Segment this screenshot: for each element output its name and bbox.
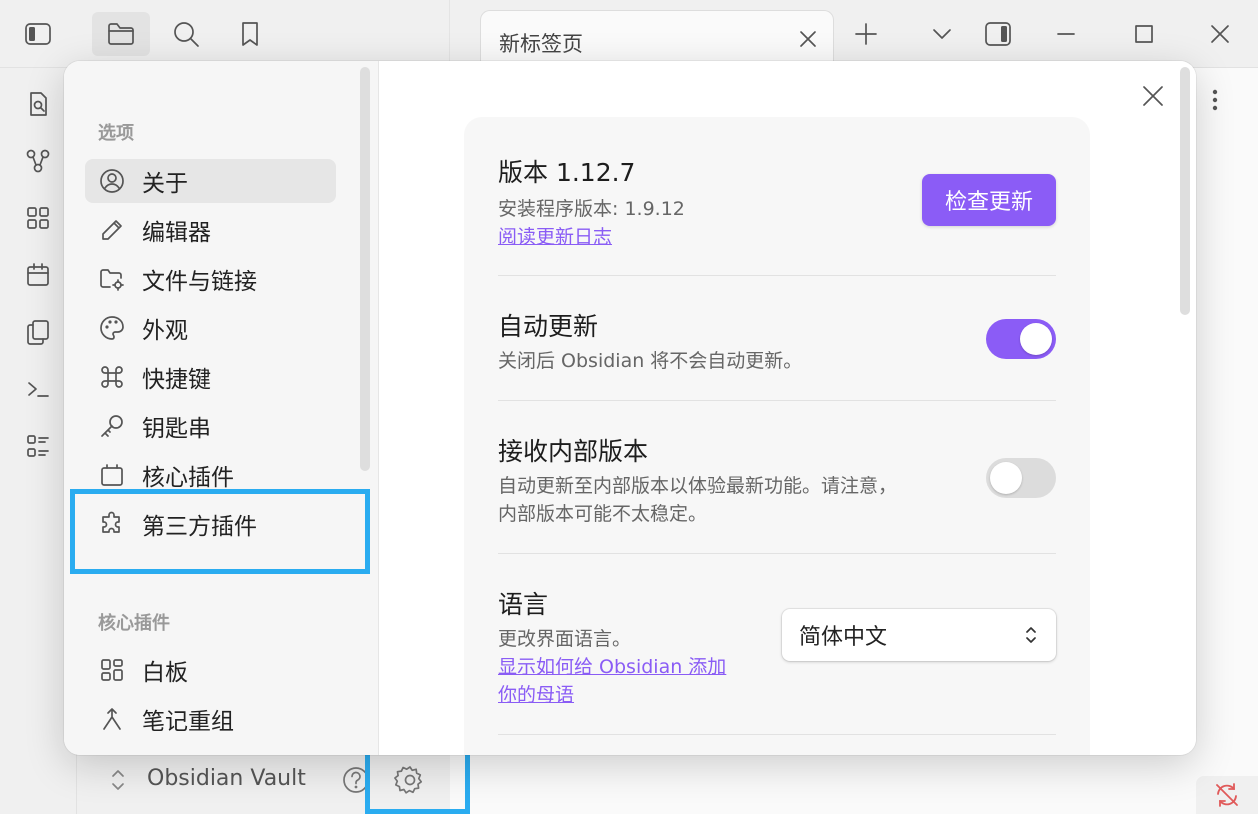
file-explorer-tab-icon[interactable] <box>92 12 150 56</box>
vault-name[interactable]: Obsidian Vault <box>147 766 306 791</box>
select-updown-icon <box>1022 624 1040 646</box>
key-icon <box>99 413 125 439</box>
close-modal-icon[interactable] <box>1138 81 1168 111</box>
nav-item-keychain[interactable]: 钥匙串 <box>85 404 336 448</box>
nav-section-core-plugins: 核心插件 <box>98 613 170 634</box>
toggle-knob <box>1020 323 1052 355</box>
nav-label: 钥匙串 <box>142 416 211 442</box>
calendar-icon[interactable] <box>18 255 58 295</box>
command-icon <box>99 364 125 390</box>
insider-desc: 自动更新至内部版本以体验最新功能。请注意， 内部版本可能不太稳定。 <box>498 472 1056 528</box>
outline-list-icon[interactable] <box>18 426 58 466</box>
user-circle-icon <box>99 168 125 194</box>
add-language-link-line2[interactable]: 你的母语 <box>498 681 1056 709</box>
vault-switcher-chevron-icon[interactable] <box>104 766 132 794</box>
auto-update-toggle[interactable] <box>986 319 1056 359</box>
palette-icon <box>99 315 125 341</box>
nav-item-core-plugins[interactable]: 核心插件 <box>85 453 336 497</box>
insider-desc-line1: 自动更新至内部版本以体验最新功能。请注意， <box>498 475 898 497</box>
close-window-icon[interactable] <box>1200 14 1240 54</box>
auto-update-title: 自动更新 <box>498 312 599 341</box>
nav-item-community-plugins[interactable]: 第三方插件 <box>85 502 336 546</box>
close-tab-icon[interactable] <box>795 26 821 52</box>
title-bar: 新标签页 <box>0 0 1258 68</box>
nav-scrollbar[interactable] <box>360 67 370 471</box>
settings-modal: 选项 关于 编辑器 文件与链接 外观 快捷键 钥匙串 核心插件 第三方插件 核心… <box>64 61 1196 755</box>
toggle-left-sidebar-icon[interactable] <box>18 14 58 54</box>
nav-label: 文件与链接 <box>142 269 257 295</box>
sync-status[interactable] <box>1196 776 1258 814</box>
nav-label: 编辑器 <box>142 220 211 246</box>
settings-content: 版本 1.12.7 安装程序版本: 1.9.12 阅读更新日志 检查更新 自动更… <box>380 61 1196 755</box>
command-palette-icon[interactable] <box>18 369 58 409</box>
changelog-link[interactable]: 阅读更新日志 <box>498 223 1056 251</box>
folder-cog-icon <box>99 266 125 292</box>
puzzle-icon <box>99 511 125 537</box>
nav-item-canvas[interactable]: 白板 <box>85 648 336 692</box>
maximize-icon[interactable] <box>1124 14 1164 54</box>
nav-item-editor[interactable]: 编辑器 <box>85 208 336 252</box>
auto-update-desc: 关闭后 Obsidian 将不会自动更新。 <box>498 350 803 372</box>
nav-item-note-composer[interactable]: 笔记重组 <box>85 697 336 741</box>
nav-section-options: 选项 <box>98 123 134 144</box>
templates-copy-icon[interactable] <box>18 312 58 352</box>
canvas-grid-icon[interactable] <box>18 198 58 238</box>
bookmark-icon[interactable] <box>230 14 270 54</box>
nav-item-about[interactable]: 关于 <box>85 159 336 203</box>
nav-label: 外观 <box>142 318 188 344</box>
layout-grid-icon <box>99 657 125 683</box>
language-select-value: 简体中文 <box>799 625 888 650</box>
search-icon[interactable] <box>166 14 206 54</box>
nav-label: 核心插件 <box>142 465 234 491</box>
tab-new-tab[interactable]: 新标签页 <box>480 10 834 68</box>
nav-label: 快捷键 <box>142 367 211 393</box>
nav-item-appearance[interactable]: 外观 <box>85 306 336 350</box>
minimize-icon[interactable] <box>1046 14 1086 54</box>
language-row: 语言 更改界面语言。 显示如何给 Obsidian 添加 你的母语 简体中文 <box>498 554 1056 735</box>
settings-nav: 选项 关于 编辑器 文件与链接 外观 快捷键 钥匙串 核心插件 第三方插件 核心… <box>64 61 379 755</box>
auto-update-row: 自动更新 关闭后 Obsidian 将不会自动更新。 <box>498 276 1056 401</box>
check-update-button[interactable]: 检查更新 <box>922 174 1056 226</box>
nav-label: 白板 <box>142 660 188 686</box>
toggle-right-sidebar-icon[interactable] <box>978 14 1018 54</box>
merge-icon <box>99 706 125 732</box>
tab-title: 新标签页 <box>499 32 583 56</box>
toggle-knob <box>990 462 1022 494</box>
left-sidebar-header <box>0 0 450 68</box>
about-card: 版本 1.12.7 安装程序版本: 1.9.12 阅读更新日志 检查更新 自动更… <box>464 117 1090 755</box>
more-options-icon[interactable] <box>1200 84 1230 116</box>
insider-title: 接收内部版本 <box>498 437 649 466</box>
graph-view-icon[interactable] <box>18 141 58 181</box>
nav-label: 关于 <box>142 171 188 197</box>
pencil-icon <box>99 217 125 243</box>
content-scrollbar[interactable] <box>1180 67 1190 315</box>
new-tab-icon[interactable] <box>846 14 886 54</box>
insider-desc-line2: 内部版本可能不太稳定。 <box>498 503 708 525</box>
nav-label: 第三方插件 <box>142 514 257 540</box>
sync-off-icon <box>1216 783 1238 807</box>
language-select[interactable]: 简体中文 <box>782 609 1056 661</box>
tab-list-chevron-down-icon[interactable] <box>922 14 962 54</box>
nav-item-files-links[interactable]: 文件与链接 <box>85 257 336 301</box>
quick-switcher-icon[interactable] <box>18 84 58 124</box>
insider-toggle[interactable] <box>986 458 1056 498</box>
nav-label: 笔记重组 <box>142 709 234 735</box>
nav-item-hotkeys[interactable]: 快捷键 <box>85 355 336 399</box>
plug-box-icon <box>99 462 125 488</box>
version-row: 版本 1.12.7 安装程序版本: 1.9.12 阅读更新日志 检查更新 <box>498 117 1056 276</box>
insider-row: 接收内部版本 自动更新至内部版本以体验最新功能。请注意， 内部版本可能不太稳定。 <box>498 401 1056 554</box>
